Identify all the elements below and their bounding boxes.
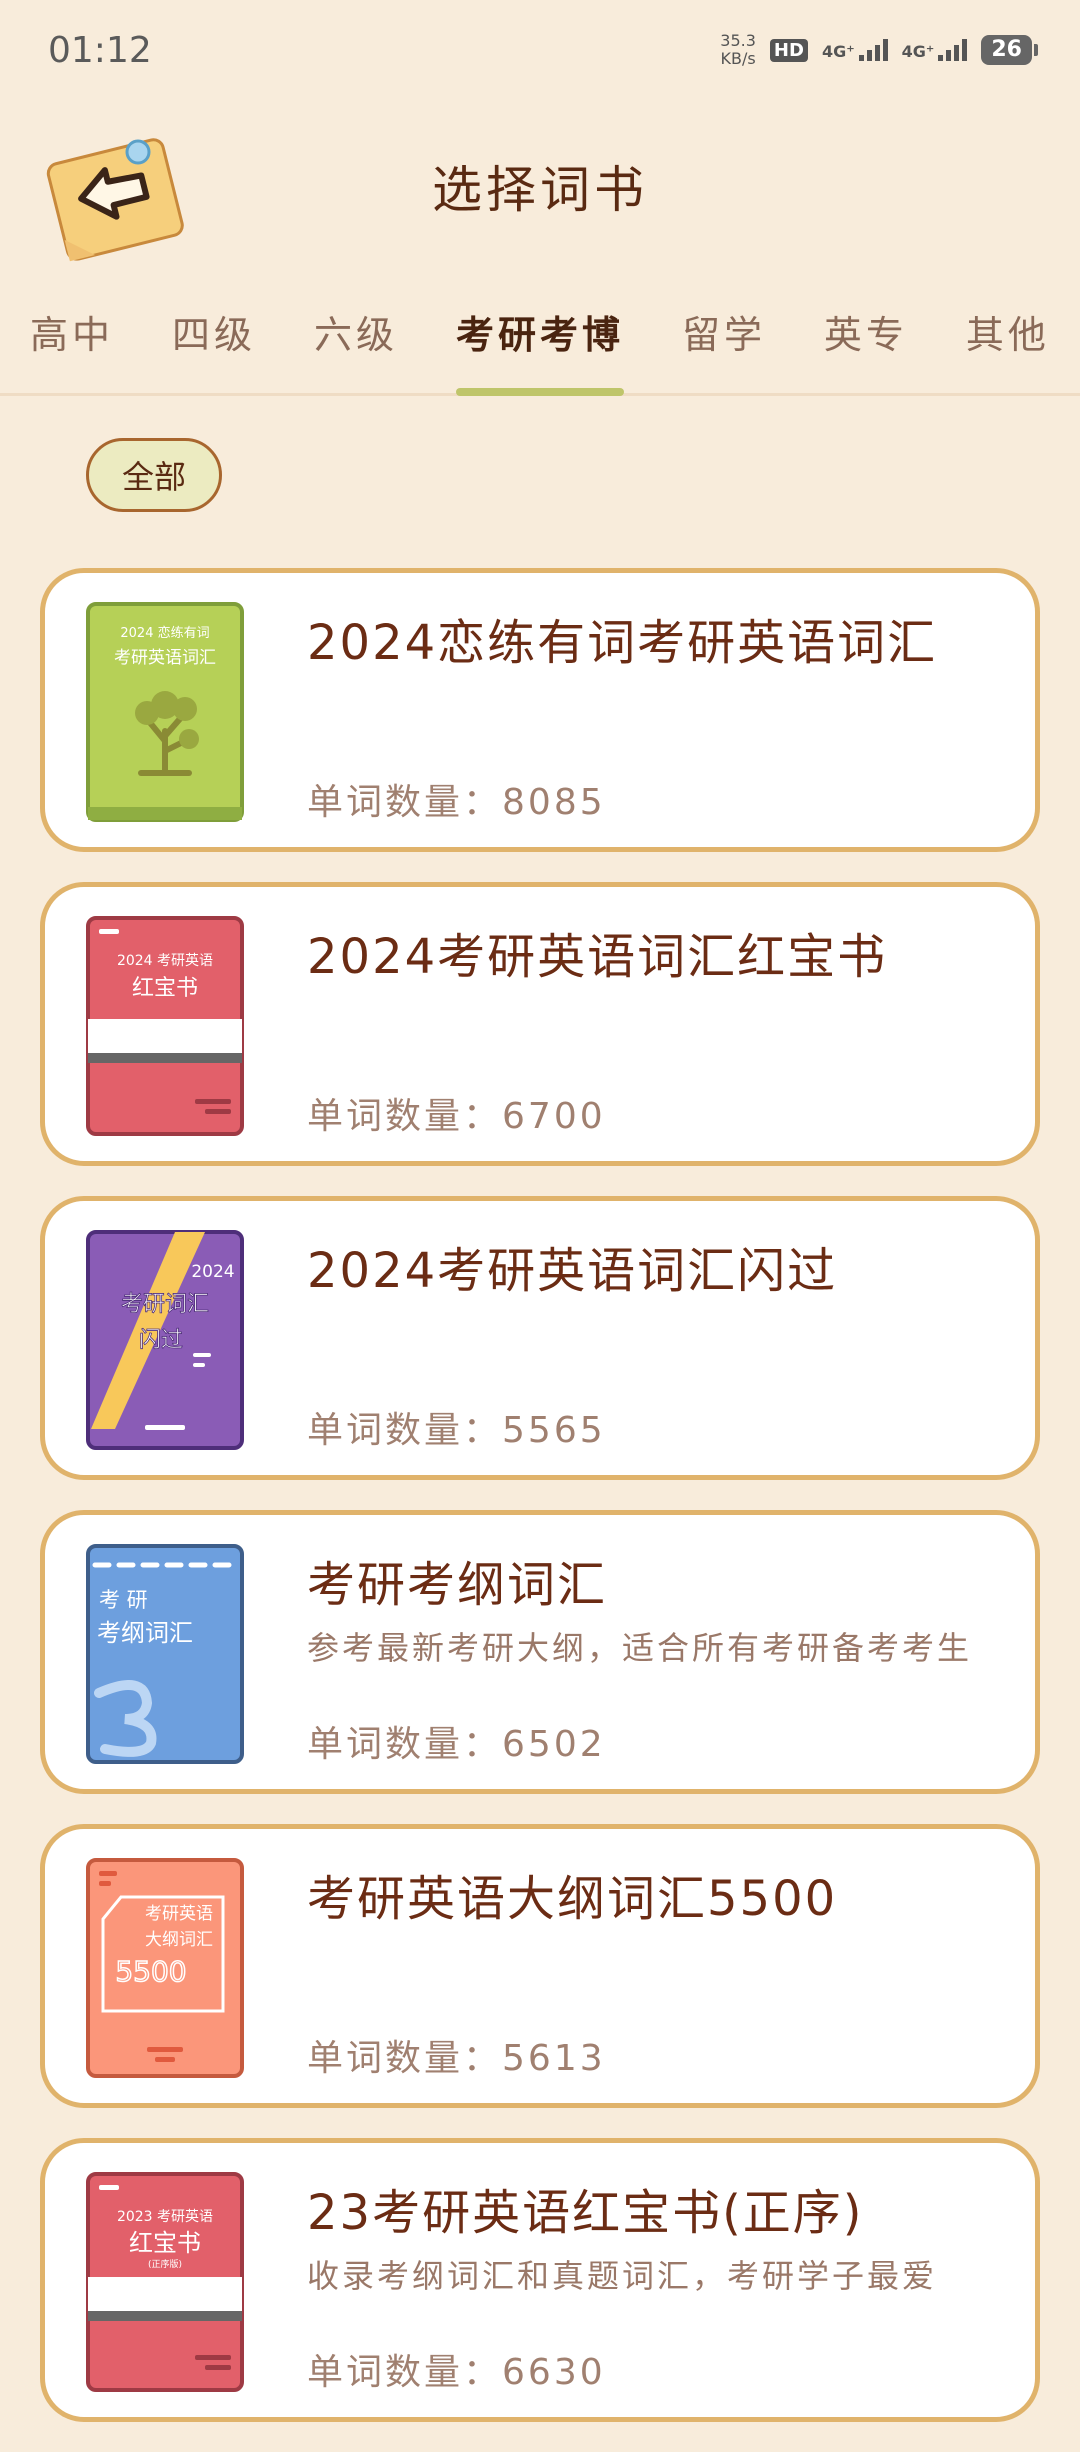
book-title: 考研考纲词汇 xyxy=(307,1557,608,1613)
word-count-label: 单词数量： xyxy=(307,1724,503,1765)
book-title: 2024考研英语词汇红宝书 xyxy=(307,929,888,985)
tab-cet6[interactable]: 六级 xyxy=(314,290,398,393)
signal-icon-sim1: 4G⁺ xyxy=(822,39,888,61)
book-cover: 2024 恋练有词 考研英语词汇 xyxy=(85,601,245,823)
svg-text:考 研: 考 研 xyxy=(99,1588,148,1612)
word-count-value: 6502 xyxy=(502,1724,606,1765)
svg-text:2024: 2024 xyxy=(191,1262,234,1282)
word-count: 单词数量：6630 xyxy=(307,2343,606,2395)
word-count-label: 单词数量： xyxy=(307,2038,503,2079)
tab-study-abroad[interactable]: 留学 xyxy=(682,290,766,393)
word-count-value: 6700 xyxy=(502,1096,606,1137)
svg-text:5500: 5500 xyxy=(115,1955,186,1988)
tab-other[interactable]: 其他 xyxy=(966,290,1050,393)
word-count-label: 单词数量： xyxy=(307,782,503,823)
tab-english-major[interactable]: 英专 xyxy=(824,290,908,393)
book-title: 2024恋练有词考研英语词汇 xyxy=(307,615,938,671)
filter-all-chip[interactable]: 全部 xyxy=(86,438,222,512)
network-speed: 35.3 KB/s xyxy=(720,32,756,68)
book-title: 23考研英语红宝书(正序) xyxy=(307,2185,864,2241)
status-icons: 35.3 KB/s HD 4G⁺ 4G⁺ 26 xyxy=(720,32,1038,68)
tab-cet4[interactable]: 四级 xyxy=(172,290,256,393)
network-type-sim2: 4G⁺ xyxy=(901,42,935,61)
svg-text:红宝书: 红宝书 xyxy=(132,976,198,1001)
category-tabs: 高中 四级 六级 考研考博 留学 英专 其他 xyxy=(0,290,1080,396)
word-count-value: 8085 xyxy=(502,782,606,823)
word-count-value: 6630 xyxy=(502,2352,606,2393)
signal-icon-sim2: 4G⁺ xyxy=(902,39,968,61)
svg-text:(正序版): (正序版) xyxy=(148,2258,182,2270)
network-type-sim1: 4G⁺ xyxy=(821,42,855,61)
signal-bars-sim1 xyxy=(858,39,888,61)
network-speed-value: 35.3 xyxy=(720,31,756,50)
page-title: 选择词书 xyxy=(432,161,648,219)
svg-text:考纲词汇: 考纲词汇 xyxy=(97,1619,193,1647)
word-count-value: 5565 xyxy=(502,1410,606,1451)
word-count: 单词数量：5565 xyxy=(307,1401,606,1453)
book-card[interactable]: 考研英语 大纲词汇 5500 考研英语大纲词汇5500 单词数量：5613 xyxy=(40,1824,1040,2108)
book-description: 参考最新考研大纲，适合所有考研备考考生 xyxy=(307,1629,973,1667)
book-cover: 考研英语 大纲词汇 5500 xyxy=(85,1857,245,2079)
svg-text:考研英语: 考研英语 xyxy=(145,1904,213,1924)
book-cover: 2024 考研词汇 闪过 xyxy=(85,1229,245,1451)
svg-text:大纲词汇: 大纲词汇 xyxy=(145,1930,213,1950)
word-count: 单词数量：6700 xyxy=(307,1087,606,1139)
svg-text:2024 考研英语: 2024 考研英语 xyxy=(117,952,213,969)
tab-high-school[interactable]: 高中 xyxy=(30,290,114,393)
svg-text:2023 考研英语: 2023 考研英语 xyxy=(117,2208,213,2225)
word-count-label: 单词数量： xyxy=(307,2352,503,2393)
svg-text:2024 恋练有词: 2024 恋练有词 xyxy=(120,625,209,641)
book-list: 2024 恋练有词 考研英语词汇 2024恋练有词考研英语词汇 单词数量：808… xyxy=(40,568,1040,2452)
word-count: 单词数量：5613 xyxy=(307,2029,606,2081)
hd-icon: HD xyxy=(769,38,808,62)
svg-text:考研英语词汇: 考研英语词汇 xyxy=(114,648,216,668)
network-speed-unit: KB/s xyxy=(720,49,756,68)
book-cover: 2023 考研英语 红宝书 (正序版) xyxy=(85,2171,245,2393)
tab-postgraduate[interactable]: 考研考博 xyxy=(455,290,624,396)
word-count-label: 单词数量： xyxy=(307,1410,503,1451)
book-card[interactable]: 2023 考研英语 红宝书 (正序版) 23考研英语红宝书(正序) 收录考纲词汇… xyxy=(40,2138,1040,2422)
header: 选择词书 xyxy=(0,120,1080,270)
book-card[interactable]: 2024 考研词汇 闪过 2024考研英语词汇闪过 单词数量：5565 xyxy=(40,1196,1040,1480)
book-card[interactable]: 2024 恋练有词 考研英语词汇 2024恋练有词考研英语词汇 单词数量：808… xyxy=(40,568,1040,852)
word-count: 单词数量：6502 xyxy=(307,1715,606,1767)
word-count-label: 单词数量： xyxy=(307,1096,503,1137)
status-bar: 01:12 35.3 KB/s HD 4G⁺ 4G⁺ 26 xyxy=(0,0,1080,100)
book-card[interactable]: 考 研 考纲词汇 考研考纲词汇 参考最新考研大纲，适合所有考研备考考生 单词数量… xyxy=(40,1510,1040,1794)
svg-text:考研词汇: 考研词汇 xyxy=(121,1292,209,1317)
signal-bars-sim2 xyxy=(938,39,968,61)
svg-text:红宝书: 红宝书 xyxy=(129,2229,201,2257)
book-description: 收录考纲词汇和真题词汇，考研学子最爱 xyxy=(307,2257,938,2295)
book-card[interactable]: 2024 考研英语 红宝书 2024考研英语词汇红宝书 单词数量：6700 xyxy=(40,882,1040,1166)
book-cover: 考 研 考纲词汇 xyxy=(85,1543,245,1765)
word-count: 单词数量：8085 xyxy=(307,773,606,825)
battery-icon: 26 xyxy=(981,35,1038,65)
status-time: 01:12 xyxy=(48,29,152,71)
book-title: 考研英语大纲词汇5500 xyxy=(307,1871,838,1927)
book-cover: 2024 考研英语 红宝书 xyxy=(85,915,245,1137)
book-title: 2024考研英语词汇闪过 xyxy=(307,1243,838,1299)
svg-text:闪过: 闪过 xyxy=(139,1328,183,1353)
word-count-value: 5613 xyxy=(502,2038,606,2079)
